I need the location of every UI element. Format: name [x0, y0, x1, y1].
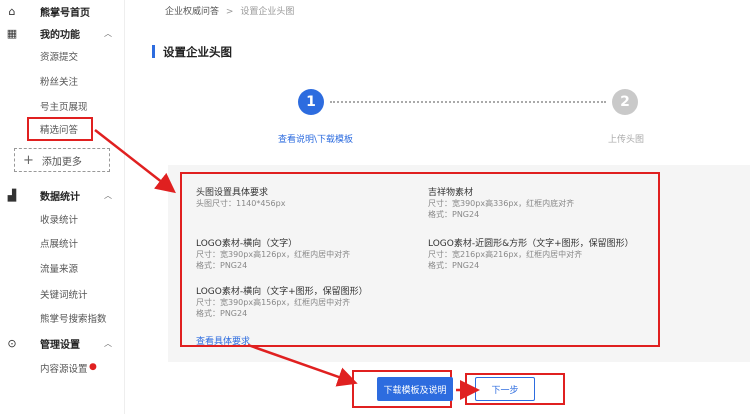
breadcrumb-current: 设置企业头图: [240, 7, 295, 17]
step-1-label[interactable]: 查看说明\下载模板: [278, 132, 353, 145]
chevron-up-icon[interactable]: ︿: [104, 190, 112, 201]
sidebar-item-fans[interactable]: 粉丝关注: [0, 70, 125, 92]
download-template-button[interactable]: 下载模板及说明: [377, 377, 453, 401]
page-title: 设置企业头图: [163, 45, 232, 59]
req-mascot-title: 吉祥物素材: [428, 188, 474, 198]
req-logo-graphic-title: LOGO素材-横向（文字+图形，保留图形）: [196, 287, 368, 297]
req-mascot-line: 尺寸：宽390px高336px，红框内底对齐: [428, 199, 575, 208]
sidebar-item-label: 资源提交: [40, 52, 79, 63]
add-more-label: 添加更多: [41, 156, 82, 168]
req-logo-graphic-line: 格式：PNG24: [196, 309, 248, 318]
req-header-title: 头图设置具体要求: [196, 188, 269, 198]
req-logo-text-line: 格式：PNG24: [196, 261, 248, 270]
sidebar-item-label: 收录统计: [40, 215, 79, 226]
chevron-up-icon[interactable]: ︿: [104, 28, 112, 39]
main-content: 企业权威问答 > 设置企业头图 设置企业头图 1 2 查看说明\下载模板 上传头…: [125, 0, 750, 414]
settings-icon: ⊙: [7, 336, 17, 350]
view-requirements-link[interactable]: 查看具体要求: [196, 334, 250, 347]
req-logo-square-line: 格式：PNG24: [428, 261, 480, 270]
breadcrumb-separator: >: [225, 7, 234, 17]
plus-icon: +: [23, 152, 34, 168]
req-logo-graphic-line: 尺寸：宽390px高156px，红框内居中对齐: [196, 298, 351, 307]
sidebar-item-home[interactable]: ⌂ 熊掌号首页: [0, 0, 125, 22]
annotation-box-featured-qa: [27, 117, 93, 141]
step-2-label: 上传头图: [608, 135, 645, 145]
sidebar-item-label: 粉丝关注: [40, 77, 79, 88]
sidebar-section-data-stats[interactable]: ▟ 数据统计 ︿: [0, 184, 125, 206]
sidebar-section-label: 我的功能: [40, 29, 80, 41]
next-step-button[interactable]: 下一步: [475, 377, 535, 401]
req-logo-text-title: LOGO素材-横向（文字）: [196, 239, 298, 249]
sidebar: ⌂ 熊掌号首页 ▦ 我的功能 ︿ 资源提交 粉丝关注 号主页展现 精选问答 + …: [0, 0, 125, 414]
bar-chart-icon: ▟: [7, 188, 17, 202]
sidebar-item-resource-submit[interactable]: 资源提交: [0, 45, 125, 67]
sidebar-item-label: 点展统计: [40, 239, 79, 250]
grid-icon: ▦: [6, 26, 18, 40]
req-logo-square-title: LOGO素材-近圆形&方形（文字+图形，保留图形）: [428, 239, 634, 249]
title-accent-bar: [152, 45, 155, 58]
app-window: ⌂ 熊掌号首页 ▦ 我的功能 ︿ 资源提交 粉丝关注 号主页展现 精选问答 + …: [0, 0, 750, 414]
home-icon: ⌂: [8, 4, 16, 18]
req-logo-text-line: 尺寸：宽390px高126px，红框内居中对齐: [196, 250, 351, 259]
sidebar-item-label: 关键词统计: [40, 290, 88, 301]
sidebar-item-traffic-source[interactable]: 流量来源: [0, 257, 125, 279]
sidebar-item-content-source[interactable]: 内容源设置: [0, 357, 125, 379]
sidebar-item-label: 号主页展现: [40, 102, 88, 113]
sidebar-item-label: 内容源设置: [40, 364, 88, 375]
notification-dot: ●: [89, 362, 97, 372]
sidebar-section-manage[interactable]: ⊙ 管理设置 ︿: [0, 332, 125, 354]
req-header-line: 头图尺寸：1140*456px: [196, 199, 286, 208]
sidebar-item-click-stats[interactable]: 点展统计: [0, 232, 125, 254]
chevron-up-icon[interactable]: ︿: [104, 338, 112, 349]
sidebar-section-label: 管理设置: [40, 339, 80, 351]
sidebar-item-index-stats[interactable]: 收录统计: [0, 208, 125, 230]
sidebar-section-label: 数据统计: [40, 191, 80, 203]
step-connector: [330, 101, 606, 103]
req-logo-square-line: 尺寸：宽216px高216px，红框内居中对齐: [428, 250, 583, 259]
step-2-indicator: 2: [612, 89, 638, 115]
step-1-indicator: 1: [298, 89, 324, 115]
sidebar-item-label: 流量来源: [40, 264, 79, 275]
sidebar-item-search-index[interactable]: 熊掌号搜索指数: [0, 307, 125, 329]
sidebar-item-keyword-stats[interactable]: 关键词统计: [0, 283, 125, 305]
breadcrumb: 企业权威问答 > 设置企业头图: [165, 4, 294, 17]
add-more-button[interactable]: + 添加更多: [14, 148, 110, 172]
sidebar-item-label: 熊掌号搜索指数: [40, 314, 107, 325]
breadcrumb-parent[interactable]: 企业权威问答: [165, 7, 219, 17]
sidebar-item-label: 熊掌号首页: [40, 7, 90, 19]
req-mascot-line: 格式：PNG24: [428, 210, 480, 219]
sidebar-item-homepage-display[interactable]: 号主页展现: [0, 95, 125, 117]
sidebar-section-my-features[interactable]: ▦ 我的功能 ︿: [0, 22, 125, 44]
